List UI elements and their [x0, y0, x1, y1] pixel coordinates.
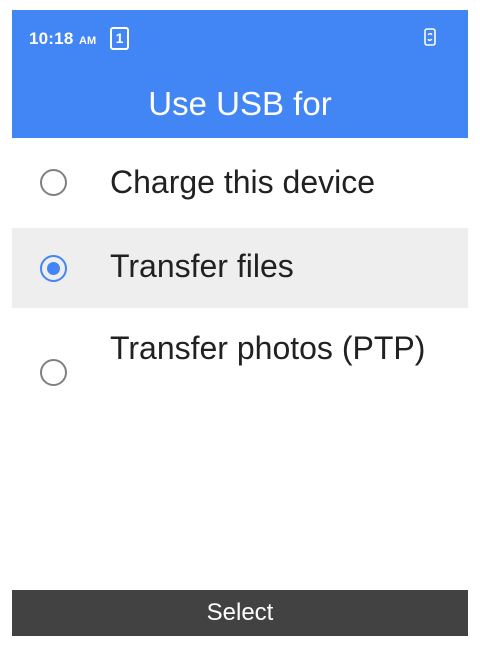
status-time: 10:18	[29, 29, 74, 48]
option-label: Transfer photos (PTP)	[110, 330, 426, 366]
radio-unchecked-icon[interactable]	[40, 169, 67, 196]
header: 10:18 AM 1 Use USB for	[12, 10, 468, 138]
status-bar: 10:18 AM 1	[12, 10, 468, 70]
option-label: Charge this device	[110, 164, 376, 200]
option-label: Transfer files	[110, 248, 294, 284]
radio-unchecked-icon[interactable]	[40, 359, 67, 386]
screen-rotation-icon	[424, 28, 436, 46]
option-transfer-files[interactable]: Transfer files	[12, 228, 468, 308]
option-transfer-photos[interactable]: Transfer photos (PTP)	[12, 314, 468, 434]
page-title: Use USB for	[148, 85, 332, 122]
status-ampm: AM	[79, 35, 97, 47]
sim-slot-icon: 1	[110, 27, 129, 50]
option-charge-device[interactable]: Charge this device	[12, 142, 468, 228]
usb-mode-screen: 10:18 AM 1 Use USB for Charge this devic…	[12, 10, 468, 636]
radio-dot	[47, 262, 60, 275]
radio-checked-icon[interactable]	[40, 255, 67, 282]
select-button[interactable]: Select	[12, 590, 468, 636]
